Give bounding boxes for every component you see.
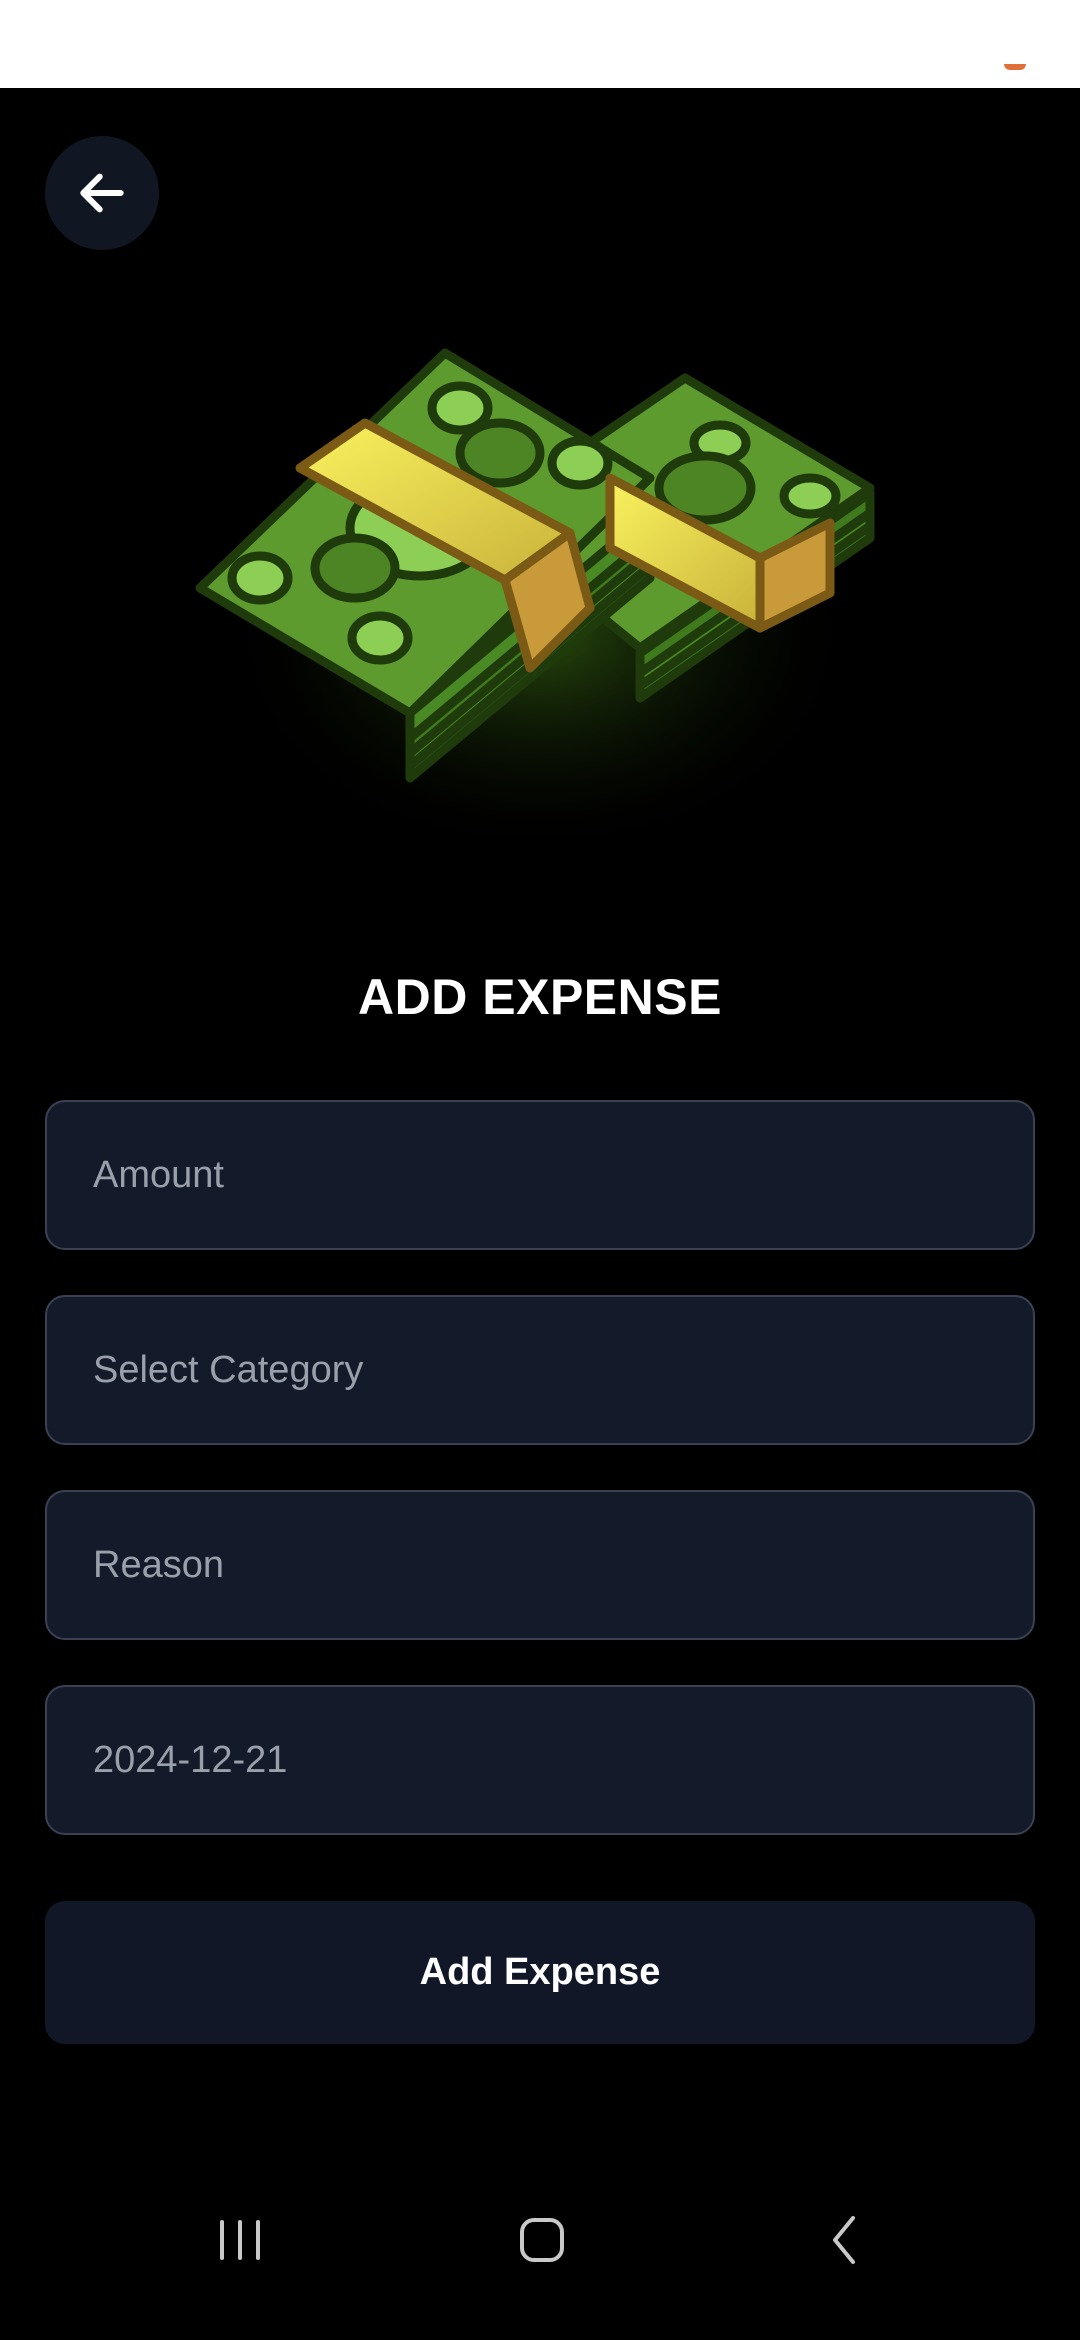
add-expense-screen: ADD EXPENSE Amount Select Category Reaso…	[0, 88, 1080, 2340]
page-title: ADD EXPENSE	[358, 969, 722, 1025]
recents-icon	[220, 2220, 260, 2260]
system-nav-bar	[0, 2170, 1080, 2340]
back-button[interactable]	[45, 136, 159, 250]
notification-indicator	[1004, 64, 1026, 70]
status-bar	[0, 0, 1080, 88]
amount-placeholder: Amount	[93, 1153, 224, 1196]
system-back-button[interactable]	[785, 2200, 905, 2280]
amount-input[interactable]: Amount	[45, 1100, 1035, 1250]
date-field[interactable]: 2024-12-21	[45, 1685, 1035, 1835]
recents-button[interactable]	[180, 2200, 300, 2280]
category-select[interactable]: Select Category	[45, 1295, 1035, 1445]
home-icon	[520, 2218, 564, 2262]
add-expense-label: Add Expense	[419, 1951, 661, 1993]
date-value: 2024-12-21	[93, 1738, 288, 1781]
add-expense-button[interactable]: Add Expense	[45, 1901, 1035, 2044]
chevron-left-icon	[833, 2216, 855, 2264]
arrow-left-icon	[80, 173, 124, 213]
category-placeholder: Select Category	[93, 1348, 364, 1391]
money-stack-icon	[195, 348, 875, 838]
home-button[interactable]	[482, 2200, 602, 2280]
reason-placeholder: Reason	[93, 1543, 224, 1586]
reason-input[interactable]: Reason	[45, 1490, 1035, 1640]
